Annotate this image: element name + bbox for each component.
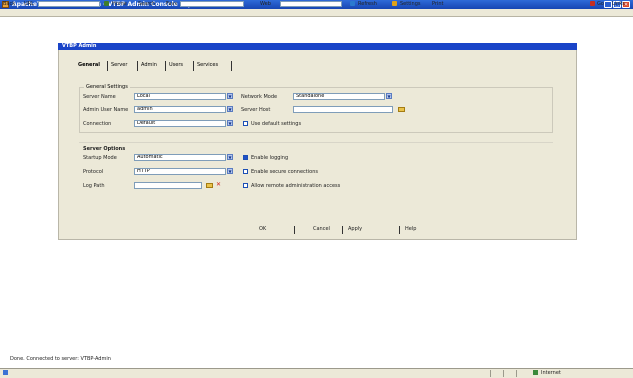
chevron-down-icon[interactable]: ▼ bbox=[227, 93, 233, 99]
network-mode-label: Network Mode bbox=[241, 94, 278, 100]
network-mode-select[interactable]: Standalone bbox=[293, 93, 385, 100]
secure-label: Enable secure connections bbox=[251, 169, 318, 175]
chevron-down-icon[interactable]: ▼ bbox=[386, 93, 392, 99]
server-name-select[interactable]: Local bbox=[134, 93, 226, 100]
go-icon[interactable] bbox=[590, 1, 595, 6]
status-separator bbox=[503, 370, 504, 377]
startup-mode-label: Startup Mode bbox=[83, 155, 117, 161]
connection-select[interactable]: Default bbox=[134, 120, 226, 127]
group-title: General Settings bbox=[84, 84, 130, 90]
clear-icon[interactable]: ✕ bbox=[216, 181, 221, 188]
tab-server[interactable]: Server bbox=[108, 61, 138, 71]
protocol-select[interactable]: HTTP bbox=[134, 168, 226, 175]
search-input[interactable] bbox=[280, 1, 342, 7]
admin-user-select[interactable]: admin bbox=[134, 106, 226, 113]
zone-label: Internet bbox=[541, 370, 561, 376]
help-button[interactable]: Help bbox=[405, 226, 416, 232]
refresh-icon[interactable] bbox=[350, 1, 355, 6]
connection-label: Connection bbox=[83, 121, 112, 127]
ok-button[interactable]: OK bbox=[259, 226, 266, 232]
internet-zone-icon bbox=[533, 370, 538, 375]
status-separator bbox=[490, 370, 491, 377]
address-input[interactable] bbox=[38, 1, 100, 7]
remote-admin-checkbox[interactable] bbox=[243, 183, 248, 188]
status-message: Done. Connected to server: VTBP-Admin bbox=[10, 356, 111, 362]
tab-admin[interactable]: Admin bbox=[138, 61, 166, 71]
toolbar-home[interactable]: Home bbox=[112, 1, 127, 7]
log-path-input[interactable] bbox=[134, 182, 202, 189]
button-separator bbox=[399, 226, 400, 234]
settings-icon[interactable] bbox=[392, 1, 397, 6]
toolbar-print[interactable]: Print bbox=[432, 1, 444, 7]
toolbar-go[interactable]: Go bbox=[597, 1, 604, 7]
server-host-label: Server Host bbox=[241, 107, 271, 113]
secure-checkbox[interactable] bbox=[243, 169, 248, 174]
page-icon bbox=[3, 370, 8, 375]
status-separator bbox=[516, 370, 517, 377]
toolbar-links[interactable]: Links bbox=[612, 1, 625, 7]
home-icon[interactable] bbox=[104, 1, 109, 6]
chevron-down-icon[interactable]: ▼ bbox=[227, 154, 233, 160]
logging-label: Enable logging bbox=[251, 155, 289, 161]
toolbar-favs[interactable]: Favs bbox=[166, 1, 177, 7]
folder-icon[interactable] bbox=[398, 107, 405, 112]
cancel-button[interactable]: Cancel bbox=[313, 226, 330, 232]
log-path-label: Log Path bbox=[83, 183, 105, 189]
toolbar-refresh[interactable]: Refresh bbox=[358, 1, 377, 7]
section2-title: Server Options bbox=[83, 146, 126, 152]
chevron-down-icon[interactable]: ▼ bbox=[227, 106, 233, 112]
button-separator bbox=[342, 226, 343, 234]
toolbar-back[interactable]: Back bbox=[3, 1, 15, 7]
logging-checkbox[interactable] bbox=[243, 155, 248, 160]
panel-header bbox=[58, 43, 577, 50]
toolbar-web[interactable]: Web bbox=[260, 1, 271, 7]
status-bar bbox=[0, 368, 633, 378]
toolbar-search[interactable]: Search bbox=[138, 1, 155, 7]
tab-general[interactable]: General bbox=[75, 61, 108, 71]
server-name-label: Server Name bbox=[83, 94, 116, 100]
protocol-label: Protocol bbox=[83, 169, 104, 175]
folder-icon[interactable] bbox=[206, 183, 213, 188]
button-separator bbox=[294, 226, 295, 234]
apply-button[interactable]: Apply bbox=[348, 226, 362, 232]
default-settings-label: Use default settings bbox=[251, 121, 302, 127]
section-divider bbox=[79, 142, 553, 143]
minimize-button[interactable]: _ bbox=[604, 1, 612, 8]
startup-mode-select[interactable]: Automatic bbox=[134, 154, 226, 161]
tab-services[interactable]: Services bbox=[194, 61, 232, 71]
chevron-down-icon[interactable]: ▼ bbox=[227, 168, 233, 174]
server-host-input[interactable] bbox=[293, 106, 393, 113]
default-settings-checkbox[interactable] bbox=[243, 121, 248, 126]
browser-toolbar bbox=[0, 9, 633, 17]
toolbar-settings[interactable]: Settings bbox=[400, 1, 421, 7]
panel-title: VTBP Admin bbox=[62, 43, 97, 49]
links-dropdown[interactable] bbox=[180, 1, 244, 7]
remote-admin-label: Allow remote administration access bbox=[251, 183, 341, 189]
chevron-down-icon[interactable]: ▼ bbox=[227, 120, 233, 126]
admin-user-label: Admin User Name bbox=[83, 107, 129, 113]
address-label: URL bbox=[24, 1, 34, 7]
tab-users[interactable]: Users bbox=[166, 61, 194, 71]
